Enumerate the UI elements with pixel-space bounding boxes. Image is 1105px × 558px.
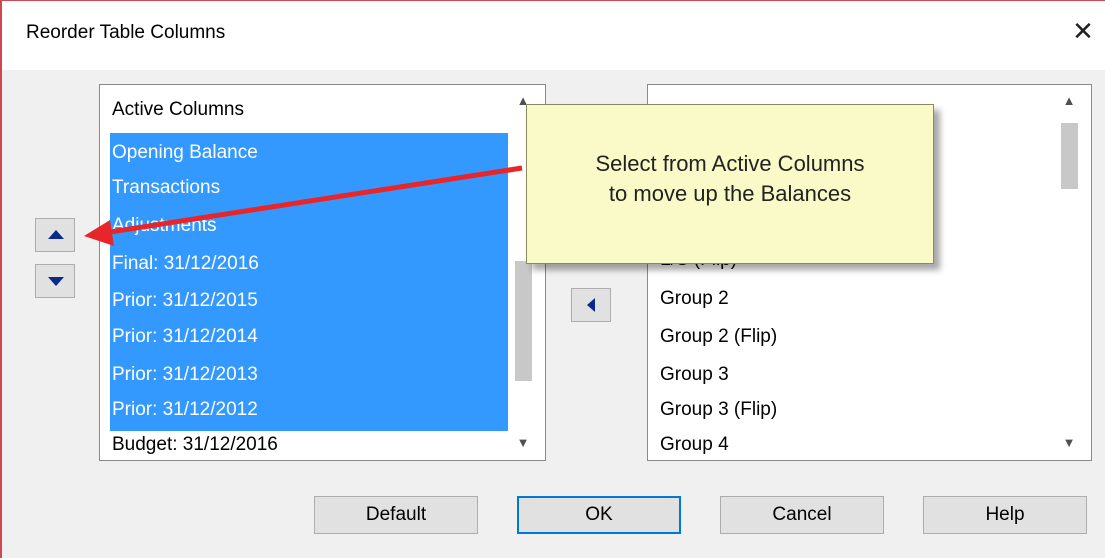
arrow-up-icon — [48, 230, 64, 239]
window-border-left — [0, 0, 2, 558]
title-bar: Reorder Table Columns ✕ — [0, 0, 1105, 70]
scroll-down-icon[interactable]: ▼ — [509, 429, 537, 457]
dialog-title: Reorder Table Columns — [26, 22, 226, 43]
arrow-left-icon — [587, 298, 595, 312]
list-item[interactable]: Group 2 — [660, 282, 729, 316]
move-down-button[interactable] — [35, 264, 75, 298]
cancel-button[interactable]: Cancel — [720, 496, 884, 534]
list-item[interactable]: Final: 31/12/2016 — [112, 247, 259, 281]
list-item[interactable]: Group 2 (Flip) — [660, 320, 777, 354]
list-item[interactable]: Prior: 31/12/2014 — [112, 320, 258, 354]
active-columns-header: Active Columns — [112, 99, 244, 120]
move-up-button[interactable] — [35, 218, 75, 252]
list-item[interactable]: Group 4 — [660, 428, 729, 460]
list-item[interactable]: Prior: 31/12/2012 — [112, 393, 258, 427]
help-button[interactable]: Help — [923, 496, 1087, 534]
callout-line-1: Select from Active Columns — [595, 151, 865, 176]
close-icon[interactable]: ✕ — [1070, 18, 1096, 44]
list-item[interactable]: Prior: 31/12/2015 — [112, 284, 258, 318]
ok-button[interactable]: OK — [517, 496, 681, 534]
annotation-callout: Select from Active Columns to move up th… — [526, 104, 934, 264]
default-button[interactable]: Default — [314, 496, 478, 534]
list-item[interactable]: Group 3 — [660, 358, 729, 392]
scroll-thumb[interactable] — [1061, 123, 1078, 189]
right-list-scrollbar[interactable]: ▲ ▼ — [1055, 85, 1083, 460]
scroll-up-icon[interactable]: ▲ — [1055, 87, 1083, 115]
list-item[interactable]: Prior: 31/12/2013 — [112, 358, 258, 392]
move-left-button[interactable] — [571, 288, 611, 322]
window-border-top — [0, 0, 1105, 1]
list-item[interactable]: Budget: 31/12/2016 — [112, 428, 278, 460]
list-item[interactable]: Transactions — [112, 171, 220, 205]
arrow-down-icon — [48, 277, 64, 286]
callout-line-2: to move up the Balances — [608, 181, 852, 206]
list-item[interactable]: Opening Balance — [112, 136, 258, 170]
active-columns-list[interactable]: Active Columns Opening Balance Transacti… — [99, 84, 546, 461]
scroll-thumb[interactable] — [515, 261, 532, 381]
scroll-down-icon[interactable]: ▼ — [1055, 429, 1083, 457]
list-item[interactable]: Group 3 (Flip) — [660, 393, 777, 427]
list-item[interactable]: Adjustments — [112, 209, 217, 243]
